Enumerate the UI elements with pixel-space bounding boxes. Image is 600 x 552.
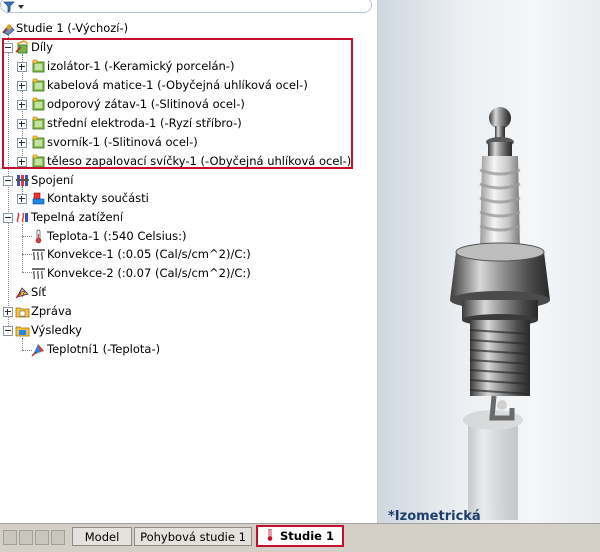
spark-plug-model bbox=[450, 107, 550, 520]
report-folder-icon bbox=[15, 307, 30, 318]
tab-study-1-label: Studie 1 bbox=[280, 529, 334, 543]
tree-node-thermal-loads[interactable]: Tepelná zatížení bbox=[0, 208, 220, 227]
next-tab-arrow-icon[interactable] bbox=[35, 530, 49, 545]
convection-icon bbox=[32, 268, 45, 280]
collapse-toggle[interactable] bbox=[3, 176, 13, 186]
thermometer-icon bbox=[35, 229, 42, 244]
convection-icon bbox=[32, 249, 45, 261]
thermal-load-item[interactable]: Teplota-1 (:540 Celsius:) bbox=[0, 227, 220, 246]
tab-model[interactable]: Model bbox=[72, 527, 132, 546]
tree-node-results-label: Výsledky bbox=[31, 323, 82, 337]
thermal-load-item[interactable]: Konvekce-2 (:0.07 (Cal/s/cm^2)/C:) bbox=[0, 264, 260, 283]
contacts-icon bbox=[32, 192, 45, 205]
tree-node-connections[interactable]: Spojení bbox=[0, 171, 200, 190]
filter-input[interactable] bbox=[0, 0, 372, 13]
tab-study-1[interactable]: Studie 1 bbox=[256, 525, 344, 547]
view-orientation-label: *Izometrická bbox=[388, 509, 481, 523]
graphics-viewport[interactable]: *Izometrická bbox=[378, 0, 600, 523]
results-folder-icon bbox=[15, 326, 30, 337]
tree-node-report[interactable]: Zpráva bbox=[0, 302, 160, 321]
thermal-load-item[interactable]: Konvekce-1 (:0.05 (Cal/s/cm^2)/C:) bbox=[0, 245, 260, 264]
thermal-load-item-label: Teplota-1 (:540 Celsius:) bbox=[47, 229, 187, 243]
first-tab-arrow-icon[interactable] bbox=[3, 530, 17, 545]
filter-bar bbox=[0, 0, 376, 13]
tree-node-mesh-label: Síť bbox=[31, 285, 47, 299]
thermal-loads-icon bbox=[16, 212, 28, 223]
expand-toggle[interactable] bbox=[17, 194, 27, 204]
collapse-toggle[interactable] bbox=[3, 213, 13, 223]
tree-root-label: Studie 1 (-Výchozí-) bbox=[16, 21, 129, 35]
prev-tab-arrow-icon[interactable] bbox=[19, 530, 33, 545]
connections-icon bbox=[16, 175, 29, 186]
tab-motion-study[interactable]: Pohybová studie 1 bbox=[134, 527, 252, 546]
tree-node-contacts-label: Kontakty součásti bbox=[47, 191, 149, 205]
collapse-toggle[interactable] bbox=[3, 326, 13, 336]
study-tree-panel: Studie 1 (-Výchozí-) Díly izolátor-1 (-K… bbox=[0, 0, 378, 523]
bottom-tab-bar: Model Pohybová studie 1 Studie 1 bbox=[0, 523, 600, 552]
result-item-label: Teplotní1 (-Teplota-) bbox=[47, 342, 161, 356]
mesh-icon bbox=[15, 287, 29, 299]
tree-node-results[interactable]: Výsledky bbox=[0, 321, 160, 340]
thermal-load-item-label: Konvekce-1 (:0.05 (Cal/s/cm^2)/C:) bbox=[47, 247, 251, 261]
study-icon bbox=[2, 24, 15, 36]
parts-highlight-frame bbox=[2, 38, 353, 169]
result-item[interactable]: Teplotní1 (-Teplota-) bbox=[0, 340, 220, 359]
thermal-load-item-label: Konvekce-2 (:0.07 (Cal/s/cm^2)/C:) bbox=[47, 266, 251, 280]
tab-model-label: Model bbox=[84, 530, 120, 544]
tab-motion-study-label: Pohybová studie 1 bbox=[140, 530, 246, 544]
thermometer-icon bbox=[267, 528, 273, 541]
tree-node-thermal-loads-label: Tepelná zatížení bbox=[31, 210, 124, 224]
tree-node-mesh[interactable]: Síť bbox=[0, 283, 120, 302]
filter-icon[interactable] bbox=[3, 1, 25, 13]
thermal-result-icon bbox=[31, 344, 44, 357]
last-tab-arrow-icon[interactable] bbox=[51, 530, 65, 545]
tree-root-study[interactable]: Studie 1 (-Výchozí-) bbox=[0, 19, 300, 38]
tree-node-connections-label: Spojení bbox=[31, 173, 74, 187]
tree-node-report-label: Zpráva bbox=[31, 304, 72, 318]
tree-node-contacts[interactable]: Kontakty součásti bbox=[0, 189, 200, 208]
expand-toggle[interactable] bbox=[3, 307, 13, 317]
